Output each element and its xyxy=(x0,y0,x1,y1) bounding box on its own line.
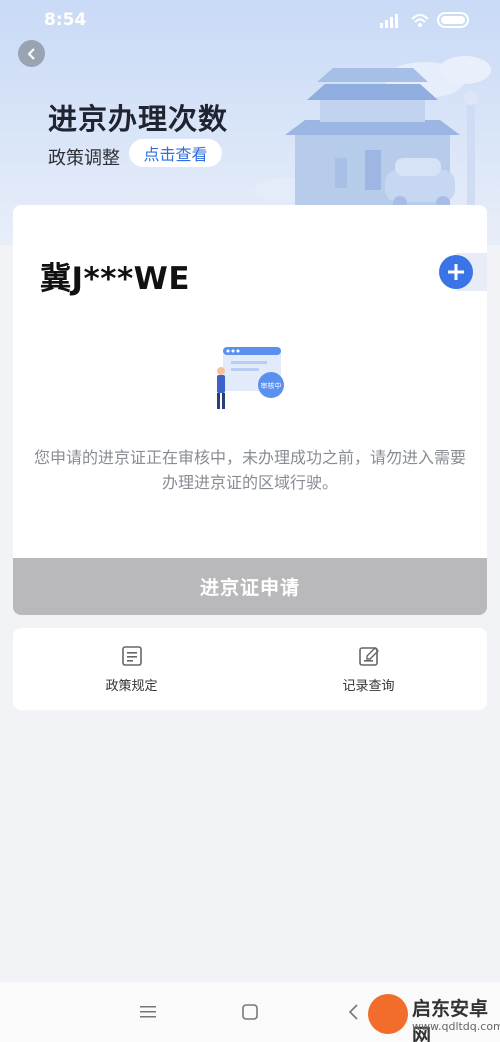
edit-record-icon xyxy=(358,646,379,666)
policy-rules-item[interactable]: 政策规定 xyxy=(13,628,250,710)
chevron-left-icon xyxy=(348,1004,358,1020)
status-time: 8:54 xyxy=(44,10,87,30)
hamburger-icon xyxy=(140,1006,156,1018)
watermark-name: 启东安卓网 xyxy=(412,998,489,1042)
review-illustration: 审核中 xyxy=(217,347,284,409)
watermark-logo-icon xyxy=(368,994,408,1034)
plus-icon xyxy=(448,264,464,280)
status-bar: 8:54 xyxy=(0,0,500,40)
license-plate: 冀J***WE xyxy=(40,261,191,297)
watermark-url: www.qdltdq.com xyxy=(412,1020,500,1033)
permit-card: 冀J***WE 审核中 您申请的进京证正在审核中，未办理成功之前，请勿进入需要办… xyxy=(13,205,487,615)
document-icon xyxy=(121,645,142,666)
back-nav-button[interactable] xyxy=(342,1000,366,1024)
review-notice: 您申请的进京证正在审核中，未办理成功之前，请勿进入需要办理进京证的区域行驶。 xyxy=(33,448,466,492)
home-nav-button[interactable] xyxy=(238,1000,262,1024)
policy-view-button[interactable]: 点击查看 xyxy=(129,139,222,167)
record-query-item[interactable]: 记录查询 xyxy=(250,628,487,710)
add-vehicle-button[interactable] xyxy=(439,255,473,289)
menu-item-label: 政策规定 xyxy=(105,678,158,694)
back-button[interactable] xyxy=(18,40,45,67)
review-badge: 审核中 xyxy=(261,381,282,390)
permit-apply-button[interactable]: 进京证申请 xyxy=(13,558,487,615)
menu-item-label: 记录查询 xyxy=(342,678,395,694)
page-title: 进京办理次数 xyxy=(48,102,229,136)
menu-nav-button[interactable] xyxy=(136,1000,160,1024)
square-icon xyxy=(242,1004,258,1020)
quick-menu: 政策规定 记录查询 xyxy=(13,628,487,710)
status-icons xyxy=(380,12,469,28)
watermark: 启东安卓网 www.qdltdq.com xyxy=(368,992,500,1042)
chevron-left-icon xyxy=(27,47,35,60)
policy-label: 政策调整 xyxy=(48,148,120,169)
